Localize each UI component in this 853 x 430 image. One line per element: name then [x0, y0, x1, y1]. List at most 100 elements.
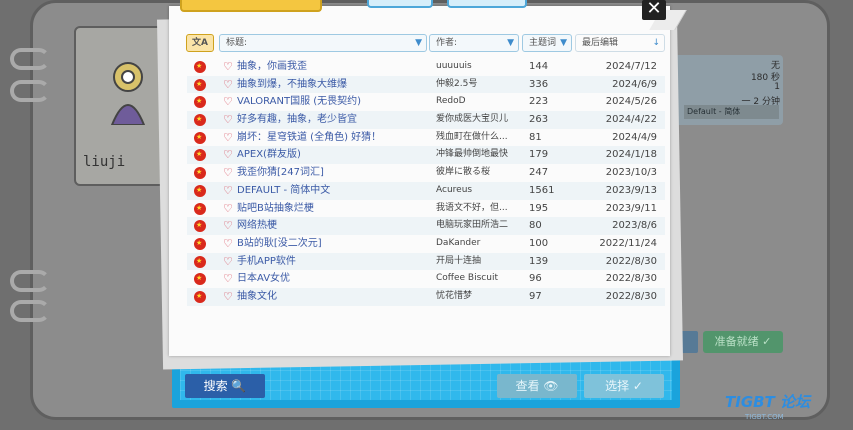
- wordlist-date: 2024/4/9: [612, 131, 657, 143]
- wordlist-row[interactable]: ♡ 抽象，你画我歪 uuuuuis 144 2024/7/12: [187, 58, 665, 76]
- wordlist-author: 忧花惜梦: [436, 290, 473, 301]
- wordlist-title: 手机APP软件: [237, 255, 296, 267]
- wordlist-title: 日本AV女优: [237, 273, 291, 285]
- heart-icon[interactable]: ♡: [223, 200, 233, 218]
- wordlist-row[interactable]: ♡ 抽象到爆，不抽象大维爆 仲毅2.5号 336 2024/6/9: [187, 75, 665, 94]
- ready-button: 准备就绪 ✓: [703, 331, 783, 353]
- wordlist-row[interactable]: ♡ 好多有趣，抽象，老少皆宜 爱你成医大宝贝儿 263 2024/4/22: [187, 111, 665, 129]
- wordlist-row[interactable]: ♡ 日本AV女优 Coffee Biscuit 96 2022/8/30: [187, 270, 665, 288]
- sort-label: 最后编辑: [582, 38, 619, 48]
- close-button[interactable]: ✕: [642, 0, 666, 20]
- wordlist-row[interactable]: ♡ 手机APP软件 开局十连抽 139 2022/8/30: [187, 252, 665, 271]
- heart-icon[interactable]: ♡: [223, 146, 233, 164]
- heart-icon[interactable]: ♡: [223, 58, 233, 76]
- tab-public[interactable]: [367, 0, 433, 8]
- wordlist-count: 336: [529, 78, 549, 90]
- wordlist-count: 139: [529, 255, 549, 267]
- wordlist-title: 抽象到爆，不抽象大维爆: [237, 78, 347, 90]
- wordlist-row[interactable]: ♡ 崩坏：星穹铁道 (全角色) 好猜！ 残血町在做什么... 81 2024/4/9: [187, 129, 665, 147]
- wordlist-row[interactable]: ♡ 我歪你猜[247词汇] 彼岸に散る桜 247 2023/10/3: [187, 164, 665, 182]
- wordlist-title: APEX(群友版): [237, 149, 301, 161]
- wordlist-title: 好多有趣，抽象，老少皆宜: [237, 114, 357, 126]
- wordlist-title: DEFAULT - 简体中文: [237, 184, 331, 196]
- language-filter[interactable]: 文A: [186, 34, 214, 52]
- wordlist-date: 2024/4/22: [605, 114, 657, 126]
- heart-icon[interactable]: ♡: [223, 217, 233, 235]
- wordlist-count: 97: [529, 290, 542, 302]
- avatar: [110, 62, 146, 125]
- watermark-text: TIGBT 论坛: [725, 393, 811, 411]
- china-flag-icon: [194, 220, 206, 233]
- wordlist-title: 抽象，你画我歪: [237, 61, 307, 72]
- heart-icon[interactable]: ♡: [223, 253, 233, 271]
- wordlist-date: 2022/8/30: [605, 273, 657, 285]
- china-flag-icon: [194, 237, 206, 250]
- china-flag-icon: [194, 114, 206, 127]
- wordlist-list: ♡ 抽象，你画我歪 uuuuuis 144 2024/7/12 ♡ 抽象到爆，不抽象大维爆 仲…: [187, 58, 665, 306]
- wordlist-row[interactable]: ♡ DEFAULT - 简体中文 Acureus 1561 2023/9/13: [187, 181, 665, 200]
- heart-icon[interactable]: ♡: [223, 270, 233, 288]
- title-filter-label: 标题:: [226, 38, 248, 48]
- heart-icon[interactable]: ♡: [223, 111, 233, 129]
- tab-new[interactable]: [447, 0, 527, 8]
- wordlist-count: 81: [529, 131, 542, 143]
- wordlist-count: 223: [529, 96, 549, 108]
- china-flag-icon: [194, 184, 206, 197]
- heart-icon[interactable]: ♡: [223, 76, 233, 94]
- author-filter[interactable]: 作者: ▼: [429, 34, 519, 52]
- heart-icon[interactable]: ♡: [223, 93, 233, 111]
- wordlist-author: 爱你成医大宝贝儿: [436, 114, 509, 125]
- wordlist-author: 我语文不好，但...: [436, 202, 508, 213]
- default-wordlist-label: Default - 简体: [684, 105, 779, 119]
- wordlist-date: 2024/7/12: [605, 61, 657, 72]
- setting-value: 1: [774, 82, 780, 92]
- wordlist-date: 2022/8/30: [605, 290, 657, 302]
- wordlist-author: DaKander: [436, 237, 481, 248]
- heart-icon[interactable]: ♡: [223, 129, 233, 147]
- wordlist-date: 2024/1/18: [605, 149, 657, 161]
- chevron-down-icon: ▼: [560, 38, 567, 48]
- wordlist-count: 144: [529, 61, 549, 72]
- wordlist-title: 崩坏：星穹铁道 (全角色) 好猜！: [237, 131, 382, 143]
- site-watermark: TIGBT 论坛 TIGBT.COM: [725, 392, 850, 428]
- wordlist-title: 我歪你猜[247词汇]: [237, 167, 324, 179]
- wordlist-count: 100: [529, 237, 549, 249]
- wordlist-date: 2024/5/26: [605, 96, 657, 108]
- theme-filter[interactable]: 主题词 ▼: [522, 34, 572, 52]
- china-flag-icon: [194, 61, 206, 73]
- sort-last-edited[interactable]: 最后编辑 ↓: [575, 34, 665, 52]
- chevron-down-icon: ▼: [415, 38, 422, 48]
- wordlist-author: 电脑玩家田所浩二: [436, 220, 509, 231]
- wordlist-title: 抽象文化: [237, 290, 277, 302]
- china-flag-icon: [194, 131, 206, 144]
- wordlist-row[interactable]: ♡ 贴吧B站抽象烂梗 我语文不好，但... 195 2023/9/11: [187, 200, 665, 218]
- wordlist-row[interactable]: ♡ B站的耿[没二次元] DaKander 100 2022/11/24: [187, 235, 665, 253]
- wordlist-date: 2023/9/13: [605, 184, 657, 196]
- heart-icon[interactable]: ♡: [223, 288, 233, 306]
- search-button[interactable]: 搜索 🔍: [185, 374, 265, 398]
- wordlist-date: 2022/11/24: [599, 237, 657, 249]
- tab-wordlist[interactable]: [180, 0, 322, 12]
- wordlist-row[interactable]: ♡ VALORANT国服 (无畏契约) RedoD 223 2024/5/26: [187, 93, 665, 111]
- heart-icon[interactable]: ♡: [223, 164, 233, 182]
- china-flag-icon: [194, 290, 206, 303]
- binder-ring: [10, 80, 50, 102]
- wordlist-author: Acureus: [436, 184, 473, 195]
- view-button[interactable]: 查看 👁: [497, 374, 577, 398]
- wordlist-count: 263: [529, 114, 549, 126]
- select-button[interactable]: 选择 ✓: [584, 374, 664, 398]
- watermark-subtext: TIGBT.COM: [745, 413, 784, 421]
- wordlist-row[interactable]: ♡ 网络热梗 电脑玩家田所浩二 80 2023/8/6: [187, 217, 665, 235]
- wordlist-count: 80: [529, 220, 542, 232]
- china-flag-icon: [194, 167, 206, 180]
- title-filter[interactable]: 标题: ▼: [219, 34, 427, 52]
- heart-icon[interactable]: ♡: [223, 182, 233, 200]
- wordlist-author: 冲锋最帅倒地最快: [436, 149, 509, 160]
- wordlist-row[interactable]: ♡ APEX(群友版) 冲锋最帅倒地最快 179 2024/1/18: [187, 146, 665, 165]
- heart-icon[interactable]: ♡: [223, 235, 233, 253]
- wordlist-count: 179: [529, 149, 549, 161]
- wordlist-author: 开局十连抽: [436, 255, 482, 266]
- wordlist-author: Coffee Biscuit: [436, 273, 498, 284]
- wordlist-date: 2024/6/9: [612, 78, 657, 90]
- wordlist-row[interactable]: ♡ 抽象文化 忧花惜梦 97 2022/8/30: [187, 287, 665, 306]
